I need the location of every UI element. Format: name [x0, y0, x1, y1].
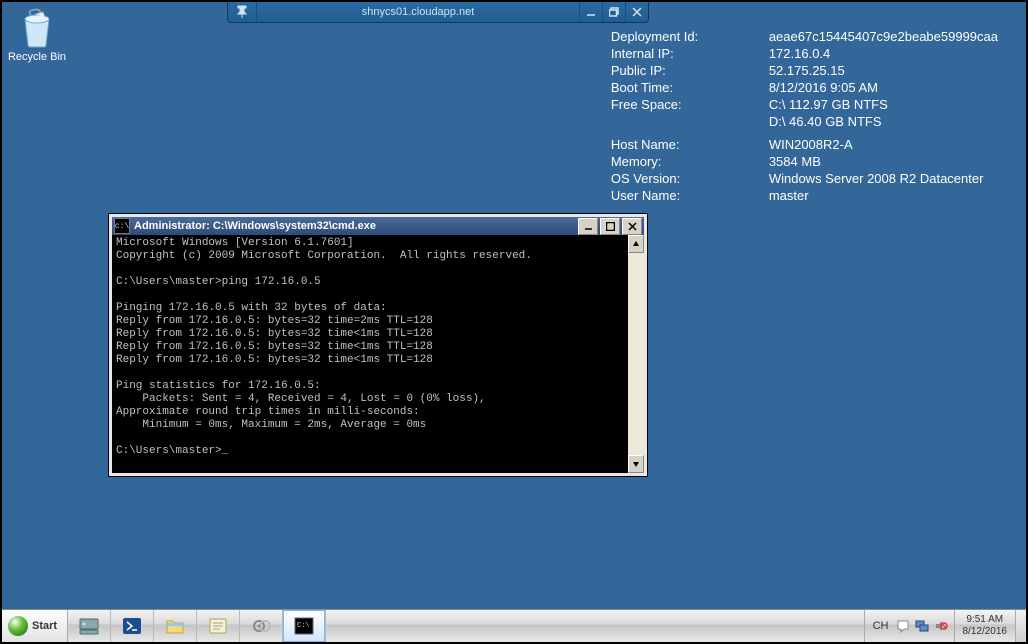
- services-icon: [250, 615, 272, 637]
- cmd-close-button[interactable]: [622, 218, 642, 235]
- info-row: Host Name:WIN2008R2-A: [611, 136, 992, 153]
- cmd-taskbar-icon: C:\: [293, 615, 315, 637]
- info-row: Boot Time:8/12/2016 9:05 AM: [611, 79, 1006, 96]
- clock-time: 9:51 AM: [966, 614, 1003, 626]
- info-row: User Name:master: [611, 187, 992, 204]
- info-value: 3584 MB: [769, 153, 992, 170]
- taskbar-services[interactable]: [240, 610, 283, 642]
- rdp-host-label: shnycs01.cloudapp.net: [257, 6, 579, 18]
- recycle-bin-icon: [17, 7, 57, 49]
- taskbar: Start C:\ CH 9:51 AM 8/12/2016: [2, 609, 1026, 642]
- tray-action-center-icon[interactable]: [896, 619, 910, 633]
- desktop-info: Deployment Id:aeae67c15445407c9e2beabe59…: [611, 28, 1006, 204]
- taskbar-spacer: [326, 610, 864, 642]
- info-key: Internal IP:: [611, 45, 769, 62]
- start-label: Start: [32, 620, 57, 632]
- info-value: C:\ 112.97 GB NTFS D:\ 46.40 GB NTFS: [769, 96, 1006, 130]
- info-key: Boot Time:: [611, 79, 769, 96]
- info-row: Public IP:52.175.25.15: [611, 62, 1006, 79]
- server-manager-icon: [78, 615, 100, 637]
- cmd-icon: c:\: [114, 218, 130, 234]
- info-value: WIN2008R2-A: [769, 136, 992, 153]
- info-value: Windows Server 2008 R2 Datacenter: [769, 170, 992, 187]
- pin-icon: [235, 5, 249, 19]
- info-key: Deployment Id:: [611, 28, 769, 45]
- rdp-connection-bar[interactable]: shnycs01.cloudapp.net: [227, 2, 649, 23]
- powershell-icon: [121, 615, 143, 637]
- info-value: master: [769, 187, 992, 204]
- info-value: 172.16.0.4: [769, 45, 1006, 62]
- taskbar-event-viewer[interactable]: [197, 610, 240, 642]
- info-key: Host Name:: [611, 136, 769, 153]
- cmd-title-text: Administrator: C:\Windows\system32\cmd.e…: [134, 220, 578, 232]
- info-row: Deployment Id:aeae67c15445407c9e2beabe59…: [611, 28, 1006, 45]
- info-row: Memory:3584 MB: [611, 153, 992, 170]
- rdp-restore-button[interactable]: [602, 2, 625, 22]
- taskbar-clock[interactable]: 9:51 AM 8/12/2016: [954, 610, 1016, 642]
- info-row: OS Version:Windows Server 2008 R2 Datace…: [611, 170, 992, 187]
- scroll-track[interactable]: [628, 253, 644, 455]
- taskbar-server-manager[interactable]: [68, 610, 111, 642]
- cmd-minimize-button[interactable]: [578, 218, 598, 235]
- clock-date: 8/12/2016: [963, 626, 1008, 638]
- info-value: 8/12/2016 9:05 AM: [769, 79, 1006, 96]
- event-viewer-icon: [207, 615, 229, 637]
- info-key: Free Space:: [611, 96, 769, 130]
- tray-network-icon[interactable]: [915, 619, 929, 633]
- system-tray[interactable]: CH: [864, 610, 954, 642]
- language-indicator[interactable]: CH: [871, 620, 891, 632]
- info-value: 52.175.25.15: [769, 62, 1006, 79]
- info-row: Free Space:C:\ 112.97 GB NTFS D:\ 46.40 …: [611, 96, 1006, 130]
- cmd-maximize-button[interactable]: [600, 218, 620, 235]
- info-key: OS Version:: [611, 170, 769, 187]
- tray-volume-icon[interactable]: [934, 619, 948, 633]
- recycle-bin[interactable]: Recycle Bin: [7, 7, 67, 63]
- rdp-minimize-button[interactable]: [579, 2, 602, 22]
- info-value: aeae67c15445407c9e2beabe59999caa: [769, 28, 1006, 45]
- taskbar-explorer[interactable]: [154, 610, 197, 642]
- cmd-scrollbar[interactable]: [628, 235, 644, 473]
- scroll-up-button[interactable]: [628, 235, 644, 253]
- taskbar-powershell[interactable]: [111, 610, 154, 642]
- windows-orb-icon: [8, 616, 28, 636]
- cmd-output[interactable]: Microsoft Windows [Version 6.1.7601] Cop…: [112, 235, 628, 473]
- start-button[interactable]: Start: [2, 610, 68, 642]
- info-key: Memory:: [611, 153, 769, 170]
- rdp-pin-button[interactable]: [228, 2, 257, 22]
- svg-text:C:\: C:\: [297, 622, 310, 630]
- taskbar-cmd[interactable]: C:\: [283, 610, 326, 642]
- explorer-icon: [164, 615, 186, 637]
- recycle-bin-label: Recycle Bin: [7, 51, 67, 63]
- show-desktop-button[interactable]: [1015, 610, 1026, 642]
- cmd-window[interactable]: c:\ Administrator: C:\Windows\system32\c…: [109, 214, 647, 476]
- info-key: Public IP:: [611, 62, 769, 79]
- scroll-down-button[interactable]: [628, 455, 644, 473]
- info-row: Internal IP:172.16.0.4: [611, 45, 1006, 62]
- rdp-close-button[interactable]: [625, 2, 648, 22]
- info-key: User Name:: [611, 187, 769, 204]
- cmd-titlebar[interactable]: c:\ Administrator: C:\Windows\system32\c…: [112, 217, 644, 235]
